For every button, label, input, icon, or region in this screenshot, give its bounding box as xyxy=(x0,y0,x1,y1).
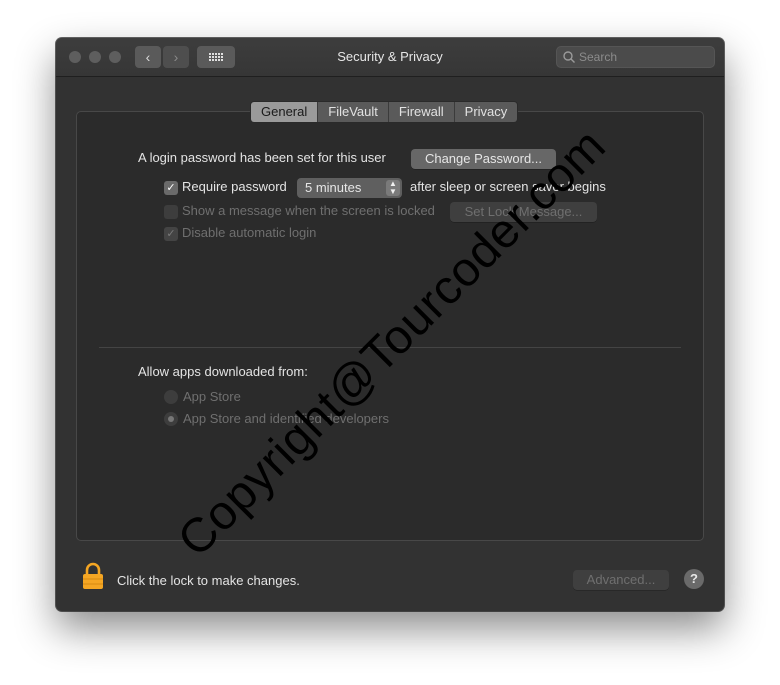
radio-app-store-identified-label: App Store and identified developers xyxy=(183,411,389,426)
require-password-suffix: after sleep or screen saver begins xyxy=(410,179,606,194)
disable-auto-login-label: Disable automatic login xyxy=(182,225,317,240)
close-window-button[interactable] xyxy=(69,51,81,63)
change-password-button[interactable]: Change Password... xyxy=(411,149,556,169)
zoom-window-button[interactable] xyxy=(109,51,121,63)
require-password-delay-select[interactable]: 5 minutes ▲ ▼ xyxy=(297,178,402,198)
radio-app-store[interactable] xyxy=(164,390,178,404)
help-button[interactable]: ? xyxy=(684,569,704,589)
login-password-text: A login password has been set for this u… xyxy=(138,150,386,165)
allow-apps-label: Allow apps downloaded from: xyxy=(138,364,308,379)
advanced-button[interactable]: Advanced... xyxy=(573,570,669,590)
radio-app-store-label: App Store xyxy=(183,389,241,404)
minimize-window-button[interactable] xyxy=(89,51,101,63)
lock-icon[interactable] xyxy=(81,562,105,590)
lock-hint-text: Click the lock to make changes. xyxy=(117,573,300,588)
show-message-label: Show a message when the screen is locked xyxy=(182,203,435,218)
tab-firewall[interactable]: Firewall xyxy=(387,102,454,122)
chevron-left-icon: ‹ xyxy=(145,49,151,65)
tab-privacy[interactable]: Privacy xyxy=(453,102,518,122)
updown-chevron-icon: ▲ ▼ xyxy=(386,180,400,196)
grid-icon xyxy=(209,53,223,61)
search-icon xyxy=(563,51,575,63)
set-lock-message-button[interactable]: Set Lock Message... xyxy=(450,202,597,222)
forward-button[interactable]: › xyxy=(163,46,189,68)
require-password-checkbox[interactable]: ✓ xyxy=(164,181,178,195)
back-button[interactable]: ‹ xyxy=(135,46,161,68)
title-bar: ‹ › Security & Privacy xyxy=(56,38,724,77)
chevron-right-icon: › xyxy=(173,49,179,65)
question-mark-icon: ? xyxy=(690,571,698,586)
search-field[interactable] xyxy=(556,46,715,68)
general-panel xyxy=(76,111,704,541)
search-input[interactable] xyxy=(579,47,709,67)
disable-auto-login-checkbox[interactable]: ✓ xyxy=(164,227,178,241)
section-divider xyxy=(99,347,681,348)
tab-bar: General FileVault Firewall Privacy xyxy=(250,101,519,123)
preferences-window: ‹ › Security & Privacy General xyxy=(56,38,724,611)
require-password-label: Require password xyxy=(182,179,287,194)
tab-filevault[interactable]: FileVault xyxy=(317,102,388,122)
show-message-checkbox[interactable] xyxy=(164,205,178,219)
tab-general[interactable]: General xyxy=(251,102,318,122)
show-all-button[interactable] xyxy=(197,46,235,68)
radio-app-store-identified[interactable] xyxy=(164,412,178,426)
delay-value: 5 minutes xyxy=(305,180,362,195)
